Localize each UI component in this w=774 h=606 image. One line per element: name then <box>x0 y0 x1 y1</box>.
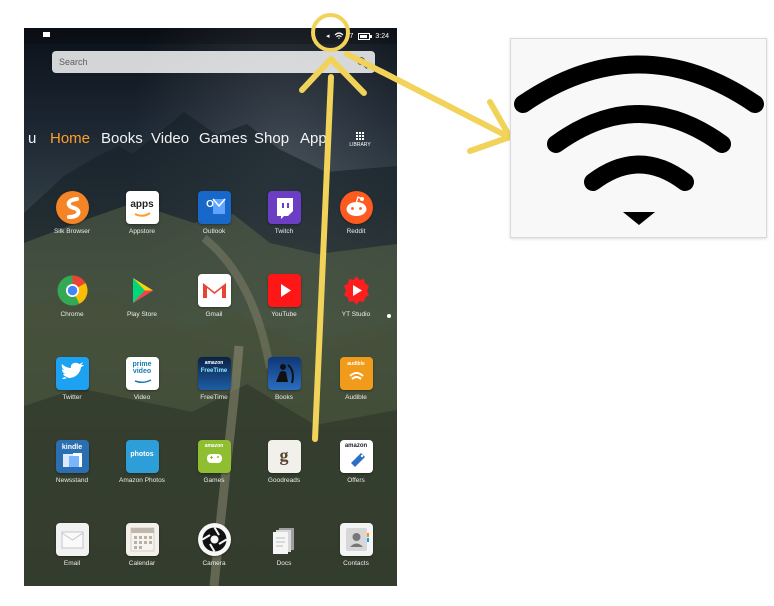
amazon-photos-icon: photos <box>125 440 159 473</box>
page-indicator-dot <box>387 314 391 318</box>
app-calendar[interactable]: Calendar <box>117 523 167 567</box>
offers-icon: amazon <box>339 440 373 473</box>
games-icon: amazon <box>197 440 231 473</box>
tablet-home-screen: ◂ 7 3:24 Search u Home Books Video Games… <box>24 28 397 586</box>
email-icon <box>55 523 89 556</box>
app-books[interactable]: Books <box>259 357 309 401</box>
app-label-outlook: Outlook <box>202 228 226 235</box>
app-docs[interactable]: Docs <box>259 523 309 567</box>
app-appstore[interactable]: apps Appstore <box>117 191 167 235</box>
app-twitter[interactable]: Twitter <box>47 357 97 401</box>
app-prime-video[interactable]: prime video Video <box>117 357 167 401</box>
offers-brand-text: amazon <box>344 443 368 449</box>
prime-video-icon: prime video <box>125 357 159 390</box>
app-twitch[interactable]: Twitch <box>259 191 309 235</box>
app-audible[interactable]: audible Audible <box>331 357 381 401</box>
app-chrome[interactable]: Chrome <box>47 274 97 318</box>
freetime-icon: amazon FreeTime <box>197 357 231 390</box>
callout-arrow-head <box>467 99 513 154</box>
contacts-icon <box>339 523 373 556</box>
app-label-games: Games <box>203 477 225 484</box>
reddit-icon <box>339 191 373 224</box>
yt-studio-icon <box>340 274 373 307</box>
twitter-icon <box>55 357 89 390</box>
app-email[interactable]: Email <box>47 523 97 567</box>
calendar-icon <box>125 523 159 556</box>
app-label-contacts: Contacts <box>343 560 369 567</box>
newsstand-icon: kindle <box>55 440 89 473</box>
audible-icon: audible <box>339 357 373 390</box>
app-label-appstore: Appstore <box>128 228 156 235</box>
docs-icon <box>268 523 301 556</box>
app-label-calendar: Calendar <box>128 560 156 567</box>
freetime-icon-text: FreeTime <box>200 368 228 374</box>
app-label-docs: Docs <box>276 560 292 567</box>
chrome-icon <box>56 274 89 307</box>
outlook-icon-text: O <box>206 199 214 210</box>
app-newsstand[interactable]: kindle Newsstand <box>47 440 97 484</box>
app-youtube[interactable]: YouTube <box>259 274 309 318</box>
app-label-prime-video: Video <box>133 394 151 401</box>
goodreads-icon: g <box>267 440 301 473</box>
kindle-icon-text: kindle <box>61 444 83 451</box>
app-goodreads[interactable]: g Goodreads <box>259 440 309 484</box>
app-outlook[interactable]: O Outlook <box>189 191 239 235</box>
app-label-books: Books <box>274 394 294 401</box>
app-label-gmail: Gmail <box>205 311 223 318</box>
photos-icon-text: photos <box>130 451 154 458</box>
app-play-store[interactable]: Play Store <box>117 274 167 318</box>
app-label-reddit: Reddit <box>346 228 366 235</box>
app-freetime[interactable]: amazon FreeTime FreeTime <box>189 357 239 401</box>
gmail-icon <box>197 274 231 307</box>
app-offers[interactable]: amazon Offers <box>331 440 381 484</box>
app-grid: Silk Browser apps Appstore O Outlook Twi… <box>24 28 397 586</box>
camera-icon <box>197 523 231 556</box>
app-label-play-store: Play Store <box>127 311 157 318</box>
app-label-camera: Camera <box>202 560 226 567</box>
play-store-icon <box>126 274 159 307</box>
app-camera[interactable]: Camera <box>189 523 239 567</box>
app-reddit[interactable]: Reddit <box>331 191 381 235</box>
appstore-icon: apps <box>125 191 159 224</box>
app-label-audible: Audible <box>345 394 367 401</box>
app-gmail[interactable]: Gmail <box>189 274 239 318</box>
app-label-newsstand: Newsstand <box>55 477 89 484</box>
wifi-zoom-panel <box>510 38 767 238</box>
app-label-twitch: Twitch <box>274 228 294 235</box>
youtube-icon <box>267 274 301 307</box>
app-yt-studio[interactable]: YT Studio <box>331 274 381 318</box>
app-label-twitter: Twitter <box>62 394 82 401</box>
app-label-goodreads: Goodreads <box>267 477 301 484</box>
books-icon <box>267 357 301 390</box>
audible-icon-text: audible <box>347 361 365 367</box>
freetime-brand-text: amazon <box>204 360 224 366</box>
app-silk-browser[interactable]: Silk Browser <box>47 191 97 235</box>
wifi-icon <box>514 55 764 225</box>
screen-canvas: ◂ 7 3:24 Search u Home Books Video Games… <box>0 0 774 606</box>
app-label-email: Email <box>63 560 81 567</box>
app-label-youtube: YouTube <box>271 311 297 318</box>
app-games[interactable]: amazon Games <box>189 440 239 484</box>
goodreads-icon-text: g <box>279 445 289 465</box>
silk-browser-icon <box>55 191 89 224</box>
games-brand-text: amazon <box>204 443 224 449</box>
app-amazon-photos[interactable]: photos Amazon Photos <box>117 440 167 484</box>
app-label-offers: Offers <box>347 477 365 484</box>
appstore-icon-text: apps <box>130 199 154 210</box>
app-label-chrome: Chrome <box>60 311 84 318</box>
twitch-icon <box>267 191 301 224</box>
app-label-amazon-photos: Amazon Photos <box>119 477 165 484</box>
outlook-icon: O <box>197 191 231 224</box>
app-contacts[interactable]: Contacts <box>331 523 381 567</box>
wifi-highlight-circle <box>311 13 350 52</box>
app-label-freetime: FreeTime <box>200 394 228 401</box>
prime-video-icon-text: prime video <box>132 361 152 375</box>
app-label-silk-browser: Silk Browser <box>53 228 91 235</box>
app-label-yt-studio: YT Studio <box>341 311 371 318</box>
